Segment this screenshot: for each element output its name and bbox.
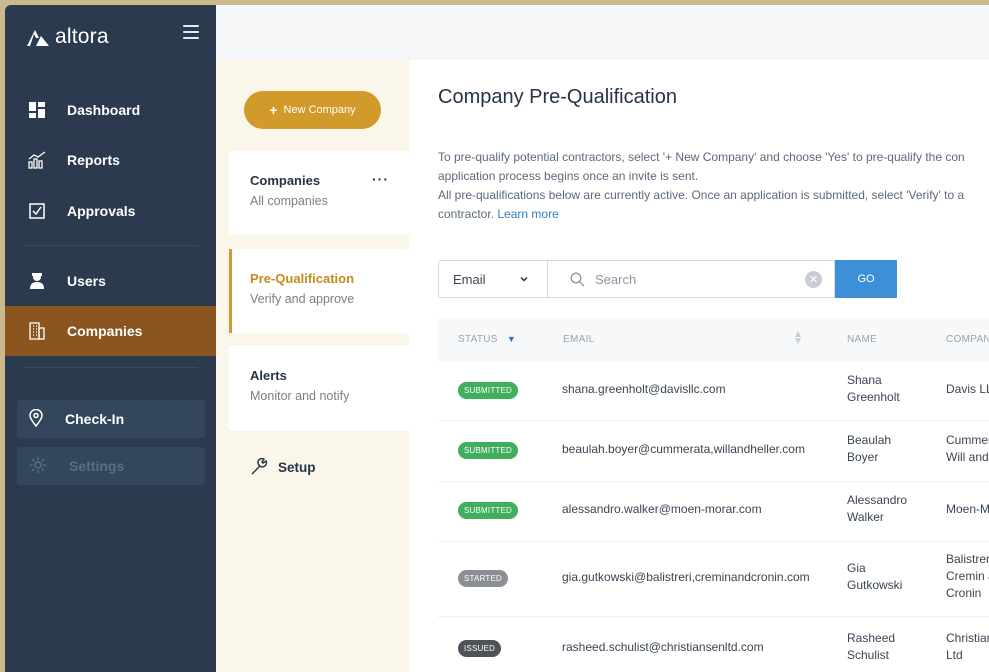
desc-line-prefix: contractor.	[438, 207, 495, 221]
search-input[interactable]: Search ✕	[547, 260, 835, 298]
sidebar-item-companies[interactable]: Companies	[5, 306, 216, 356]
sidebar-item-approvals[interactable]: Approvals	[5, 187, 216, 235]
column-header-email[interactable]: EMAIL	[563, 334, 595, 345]
sidebar-item-users[interactable]: Users	[5, 257, 216, 305]
learn-more-link[interactable]: Learn more	[497, 207, 558, 221]
name-cell: Beaulah Boyer	[847, 433, 892, 464]
company-cell: CummeraWill and	[946, 433, 989, 464]
menu-toggle-icon[interactable]	[183, 25, 199, 39]
email-cell: gia.gutkowski@balistreri,creminandcronin…	[562, 570, 810, 584]
secondary-nav: + New Company Companies All companies ··…	[216, 60, 409, 672]
clear-search-icon[interactable]: ✕	[805, 271, 822, 288]
table-header: STATUS ▼ EMAIL ▲▼ NAME COMPANY	[438, 318, 989, 361]
altora-logo-icon	[27, 30, 49, 46]
sidebar-item-label: Companies	[67, 323, 143, 339]
sort-down-icon: ▼	[506, 334, 517, 344]
email-cell: beaulah.boyer@cummerata,willandheller.co…	[562, 442, 805, 456]
status-badge: SUBMITTED	[458, 382, 519, 399]
plus-icon: +	[269, 102, 278, 118]
column-label: NAME	[847, 334, 878, 345]
sidebar-item-label: Dashboard	[67, 102, 141, 118]
search-icon	[570, 272, 585, 286]
table-row[interactable]: SUBMITTED beaulah.boyer@cummerata,willan…	[438, 421, 989, 482]
page-description: To pre-qualify potential contractors, se…	[438, 148, 989, 224]
table-row[interactable]: STARTED gia.gutkowski@balistreri,cremina…	[438, 542, 989, 617]
table-row[interactable]: SUBMITTED shana.greenholt@davisllc.com S…	[438, 361, 989, 421]
subnav-card-alerts[interactable]: Alerts Monitor and notify	[229, 346, 409, 430]
go-button[interactable]: GO	[835, 260, 897, 298]
column-label: COMPANY	[946, 334, 989, 345]
search-placeholder: Search	[595, 271, 637, 287]
sidebar: altora Dashboard Reports Approvals Users…	[5, 5, 216, 672]
page-title: Company Pre-Qualification	[438, 86, 677, 108]
column-label: EMAIL	[563, 334, 595, 345]
new-company-label: New Company	[283, 104, 356, 116]
status-badge: ISSUED	[458, 640, 501, 657]
settings-label: Settings	[69, 458, 125, 474]
card-title: Pre-Qualification	[250, 271, 355, 286]
desc-line: To pre-qualify potential contractors, se…	[438, 150, 965, 164]
sidebar-item-label: Users	[67, 273, 106, 289]
status-badge: STARTED	[458, 570, 508, 587]
new-company-button[interactable]: + New Company	[244, 91, 381, 129]
sidebar-divider	[23, 245, 198, 246]
name-cell: Gia Gutkowski	[847, 561, 903, 592]
table-row[interactable]: ISSUED rasheed.schulist@christiansenltd.…	[438, 617, 989, 672]
company-cell: Christian Ltd	[946, 631, 989, 662]
company-cell: BalistrerCremin aCronin	[946, 552, 989, 600]
name-cell: Rasheed Schulist	[847, 631, 896, 662]
desc-line: All pre-qualifications below are current…	[438, 188, 965, 202]
app-frame: altora Dashboard Reports Approvals Users…	[0, 0, 989, 672]
table-row[interactable]: SUBMITTED alessandro.walker@moen-morar.c…	[438, 482, 989, 542]
chevron-down-icon	[520, 276, 528, 282]
sidebar-item-reports[interactable]: Reports	[5, 136, 216, 184]
column-header-status[interactable]: STATUS ▼	[458, 334, 516, 345]
reports-icon	[27, 150, 47, 170]
name-cell: Shana Greenholt	[847, 373, 900, 404]
subnav-card-companies[interactable]: Companies All companies ···	[229, 151, 409, 235]
company-cell: Moen-Mo	[946, 502, 989, 516]
sidebar-item-dashboard[interactable]: Dashboard	[5, 86, 216, 134]
filter-field-select[interactable]: Email	[438, 260, 547, 298]
location-pin-icon	[29, 408, 43, 430]
column-header-company[interactable]: COMPANY	[946, 334, 989, 345]
email-cell: rasheed.schulist@christiansenltd.com	[562, 640, 764, 654]
sidebar-divider	[23, 367, 198, 368]
top-bar	[216, 5, 989, 60]
desc-line: contractor. Learn more	[438, 205, 989, 224]
filter-field-value: Email	[453, 271, 486, 287]
sidebar-item-settings[interactable]: Settings	[17, 447, 205, 485]
more-options-icon[interactable]: ···	[372, 171, 389, 187]
setup-label: Setup	[278, 459, 316, 475]
approvals-icon	[27, 201, 47, 221]
email-cell: shana.greenholt@davisllc.com	[562, 382, 726, 396]
sort-icon[interactable]: ▲ ▼	[793, 330, 803, 347]
column-header-name[interactable]: NAME	[847, 334, 877, 345]
company-cell: Davis LLC	[946, 382, 989, 396]
gear-icon	[29, 456, 47, 477]
name-cell: Alessandro Walker	[847, 493, 908, 524]
sidebar-item-check-in[interactable]: Check-In	[17, 400, 205, 438]
subnav-card-pre-qualification[interactable]: Pre-Qualification Verify and approve	[229, 249, 409, 333]
dashboard-icon	[27, 100, 47, 120]
card-title: Alerts	[250, 368, 287, 383]
sidebar-item-label: Approvals	[67, 203, 136, 219]
companies-icon	[27, 321, 47, 341]
brand-name: altora	[55, 25, 109, 48]
card-subtitle: Monitor and notify	[250, 389, 350, 403]
card-subtitle: Verify and approve	[250, 292, 355, 306]
email-cell: alessandro.walker@moen-morar.com	[562, 502, 762, 516]
column-label: STATUS	[458, 334, 498, 345]
status-badge: SUBMITTED	[458, 502, 519, 519]
setup-link[interactable]: Setup	[250, 458, 316, 476]
desc-line: application process begins once an invit…	[438, 169, 699, 183]
sidebar-item-label: Reports	[67, 152, 120, 168]
status-badge: SUBMITTED	[458, 442, 519, 459]
brand-logo[interactable]: altora	[27, 23, 109, 51]
wrench-icon	[251, 458, 268, 475]
check-in-label: Check-In	[65, 411, 125, 427]
users-icon	[27, 271, 47, 291]
main-content: Company Pre-Qualification To pre-qualify…	[409, 60, 989, 672]
card-subtitle: All companies	[250, 194, 328, 208]
